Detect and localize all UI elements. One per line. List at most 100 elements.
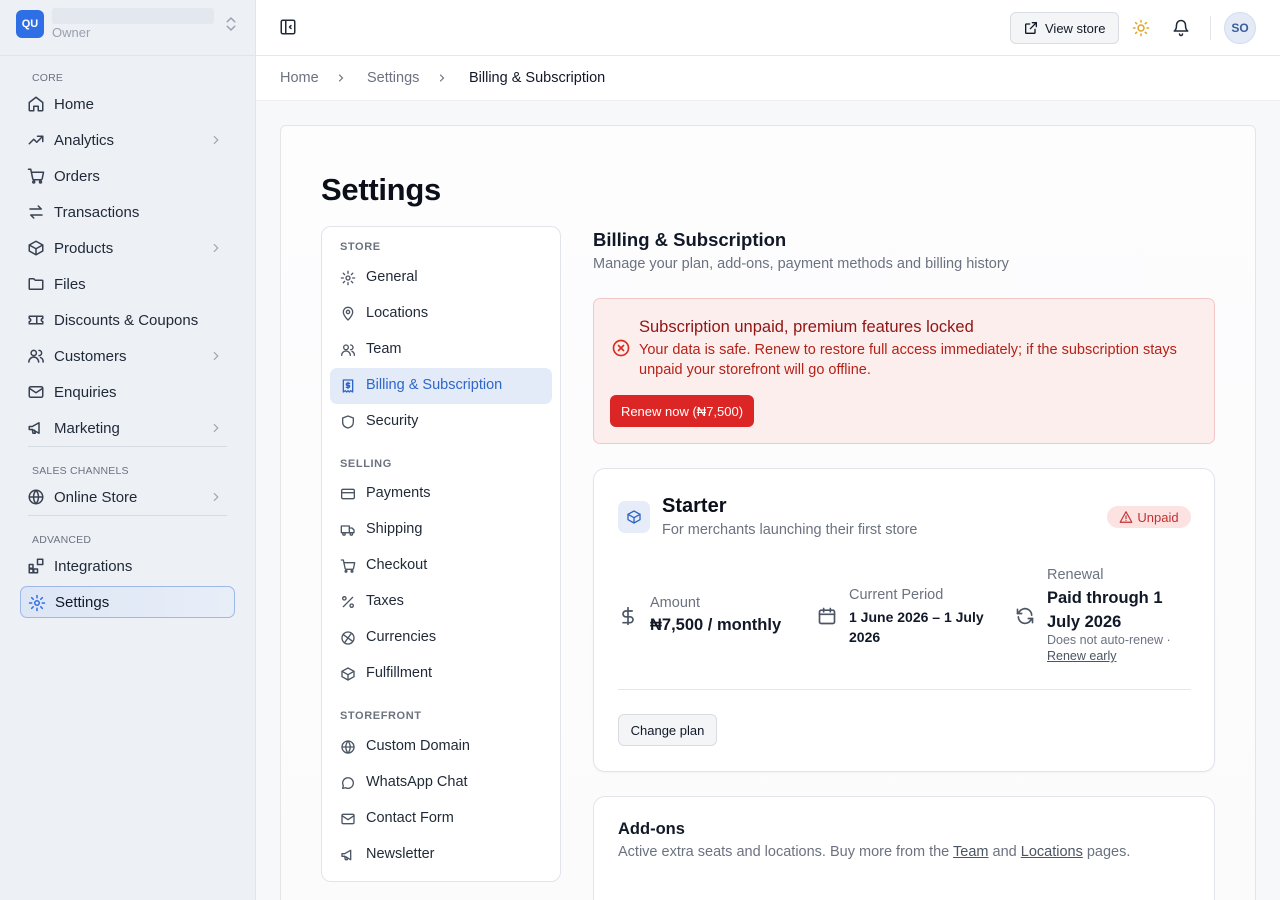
workspace-avatar: QU [16,10,44,38]
renew-now-button[interactable]: Renew now (₦7,500) [610,395,754,427]
settings-nav-locations[interactable]: Locations [330,296,552,332]
settings-nav-label: Shipping [366,521,423,537]
sidebar-item-settings[interactable]: Settings [20,586,235,618]
chevrons-up-down-icon[interactable] [222,14,240,34]
sidebar-item-marketing[interactable]: Marketing [20,412,235,444]
renew-early-link[interactable]: Renew early [1047,649,1116,663]
settings-nav-custom-domain[interactable]: Custom Domain [330,729,552,765]
breadcrumb: Home Settings Billing & Subscription [256,56,1280,101]
mail-icon [28,386,44,398]
settings-nav-label: Fulfillment [366,665,433,681]
chat-icon [342,777,354,789]
sidebar-item-analytics[interactable]: Analytics [20,124,235,156]
team-link[interactable]: Team [953,844,988,860]
sidebar-item-label: Marketing [54,419,120,437]
workspace-switcher[interactable]: QU Owner [0,0,255,56]
refresh-icon [1016,607,1034,625]
box-icon [341,667,355,681]
percent-icon [342,596,354,608]
locations-link[interactable]: Locations [1021,844,1083,860]
sidebar-item-enquiries[interactable]: Enquiries [20,376,235,408]
truck-icon [340,525,355,536]
ticket-icon [28,315,44,325]
sidebar-item-customers[interactable]: Customers [20,340,235,372]
settings-nav-contact-form[interactable]: Contact Form [330,801,552,837]
chevron-right-icon [213,351,219,361]
change-plan-button[interactable]: Change plan [618,714,717,746]
settings-nav-payments[interactable]: Payments [330,476,552,512]
breadcrumb-home[interactable]: Home [280,70,319,86]
sidebar-item-transactions[interactable]: Transactions [20,196,235,228]
addons-desc-suffix: pages. [1086,844,1131,860]
home-icon [28,96,44,112]
settings-nav-currencies[interactable]: Currencies [330,620,552,656]
map-pin-icon [342,306,354,321]
sidebar-item-products[interactable]: Products [20,232,235,264]
settings-nav-whatsapp[interactable]: WhatsApp Chat [330,765,552,801]
bell-icon[interactable] [1172,19,1190,37]
chevron-right-icon [213,423,219,433]
status-badge: Unpaid [1107,506,1191,528]
addons-description: Active extra seats and locations. Buy mo… [618,844,1130,860]
folder-icon [28,278,44,290]
sidebar-toggle-icon[interactable] [279,18,297,36]
nav-group-sales-channels: SALES CHANNELS [32,465,129,477]
box-icon [627,510,641,524]
arrows-swap-icon [29,205,43,219]
sidebar-item-files[interactable]: Files [20,268,235,300]
period-label: Current Period [849,587,944,603]
chevron-right-icon [338,74,344,82]
gear-icon [28,594,46,612]
trending-up-icon [28,135,44,145]
external-link-icon [1025,22,1037,34]
sidebar-item-label: Products [54,239,114,257]
settings-nav-fulfillment[interactable]: Fulfillment [330,656,552,692]
settings-nav-team[interactable]: Team [330,332,552,368]
settings-nav-shipping[interactable]: Shipping [330,512,552,548]
settings-nav-billing[interactable]: Billing & Subscription [330,368,552,404]
renewal-value: Paid through 1 July 2026 [1047,589,1163,631]
settings-nav-label: Security [366,413,419,429]
x-circle-icon [612,339,630,357]
unpaid-alert: Subscription unpaid, premium features lo… [593,298,1215,444]
breadcrumb-settings[interactable]: Settings [367,70,419,86]
settings-nav-label: Payments [366,485,431,501]
sidebar-item-integrations[interactable]: Integrations [20,550,235,582]
settings-nav-security[interactable]: Security [330,404,552,440]
view-store-button[interactable]: View store [1010,12,1119,44]
settings-nav-checkout[interactable]: Checkout [330,548,552,584]
plan-description: For merchants launching their first stor… [662,522,918,538]
mail-icon [341,813,355,825]
plan-icon-tile [618,501,650,533]
sidebar-item-online-store[interactable]: Online Store [20,481,235,513]
settings-nav-label: Team [366,341,402,357]
alert-body: Your data is safe. Renew to restore full… [639,342,1177,378]
chevron-right-icon [213,492,219,502]
alert-title: Subscription unpaid, premium features lo… [639,318,974,336]
user-avatar[interactable]: SO [1224,12,1256,44]
warning-triangle-icon [1119,511,1133,523]
sun-icon[interactable] [1132,19,1150,37]
nav-group-advanced: ADVANCED [32,534,92,546]
amount-value: ₦7,500 / monthly [650,616,782,634]
renewal-note-text: Does not auto-renew · [1047,633,1171,647]
receipt-icon [342,379,354,393]
settings-nav-general[interactable]: General [330,260,552,296]
sidebar-item-label: Customers [54,347,127,365]
sidebar-item-home[interactable]: Home [20,88,235,120]
sidebar-item-discounts[interactable]: Discounts & Coupons [20,304,235,336]
sidebar-item-orders[interactable]: Orders [20,160,235,192]
chevron-right-icon [439,74,445,82]
settings-nav-taxes[interactable]: Taxes [330,584,552,620]
coins-icon [341,631,355,645]
users-icon [341,344,355,356]
settings-nav-label: Newsletter [366,846,435,862]
sidebar-item-label: Enquiries [54,383,117,401]
sidebar-item-label: Integrations [54,557,133,575]
status-badge-label: Unpaid [1137,509,1179,525]
settings-nav-group-storefront: STOREFRONT [340,710,422,722]
section-title: Billing & Subscription [593,229,787,250]
settings-nav-newsletter[interactable]: Newsletter [330,837,552,873]
view-store-label: View store [1045,20,1106,36]
sidebar-divider [28,446,227,447]
